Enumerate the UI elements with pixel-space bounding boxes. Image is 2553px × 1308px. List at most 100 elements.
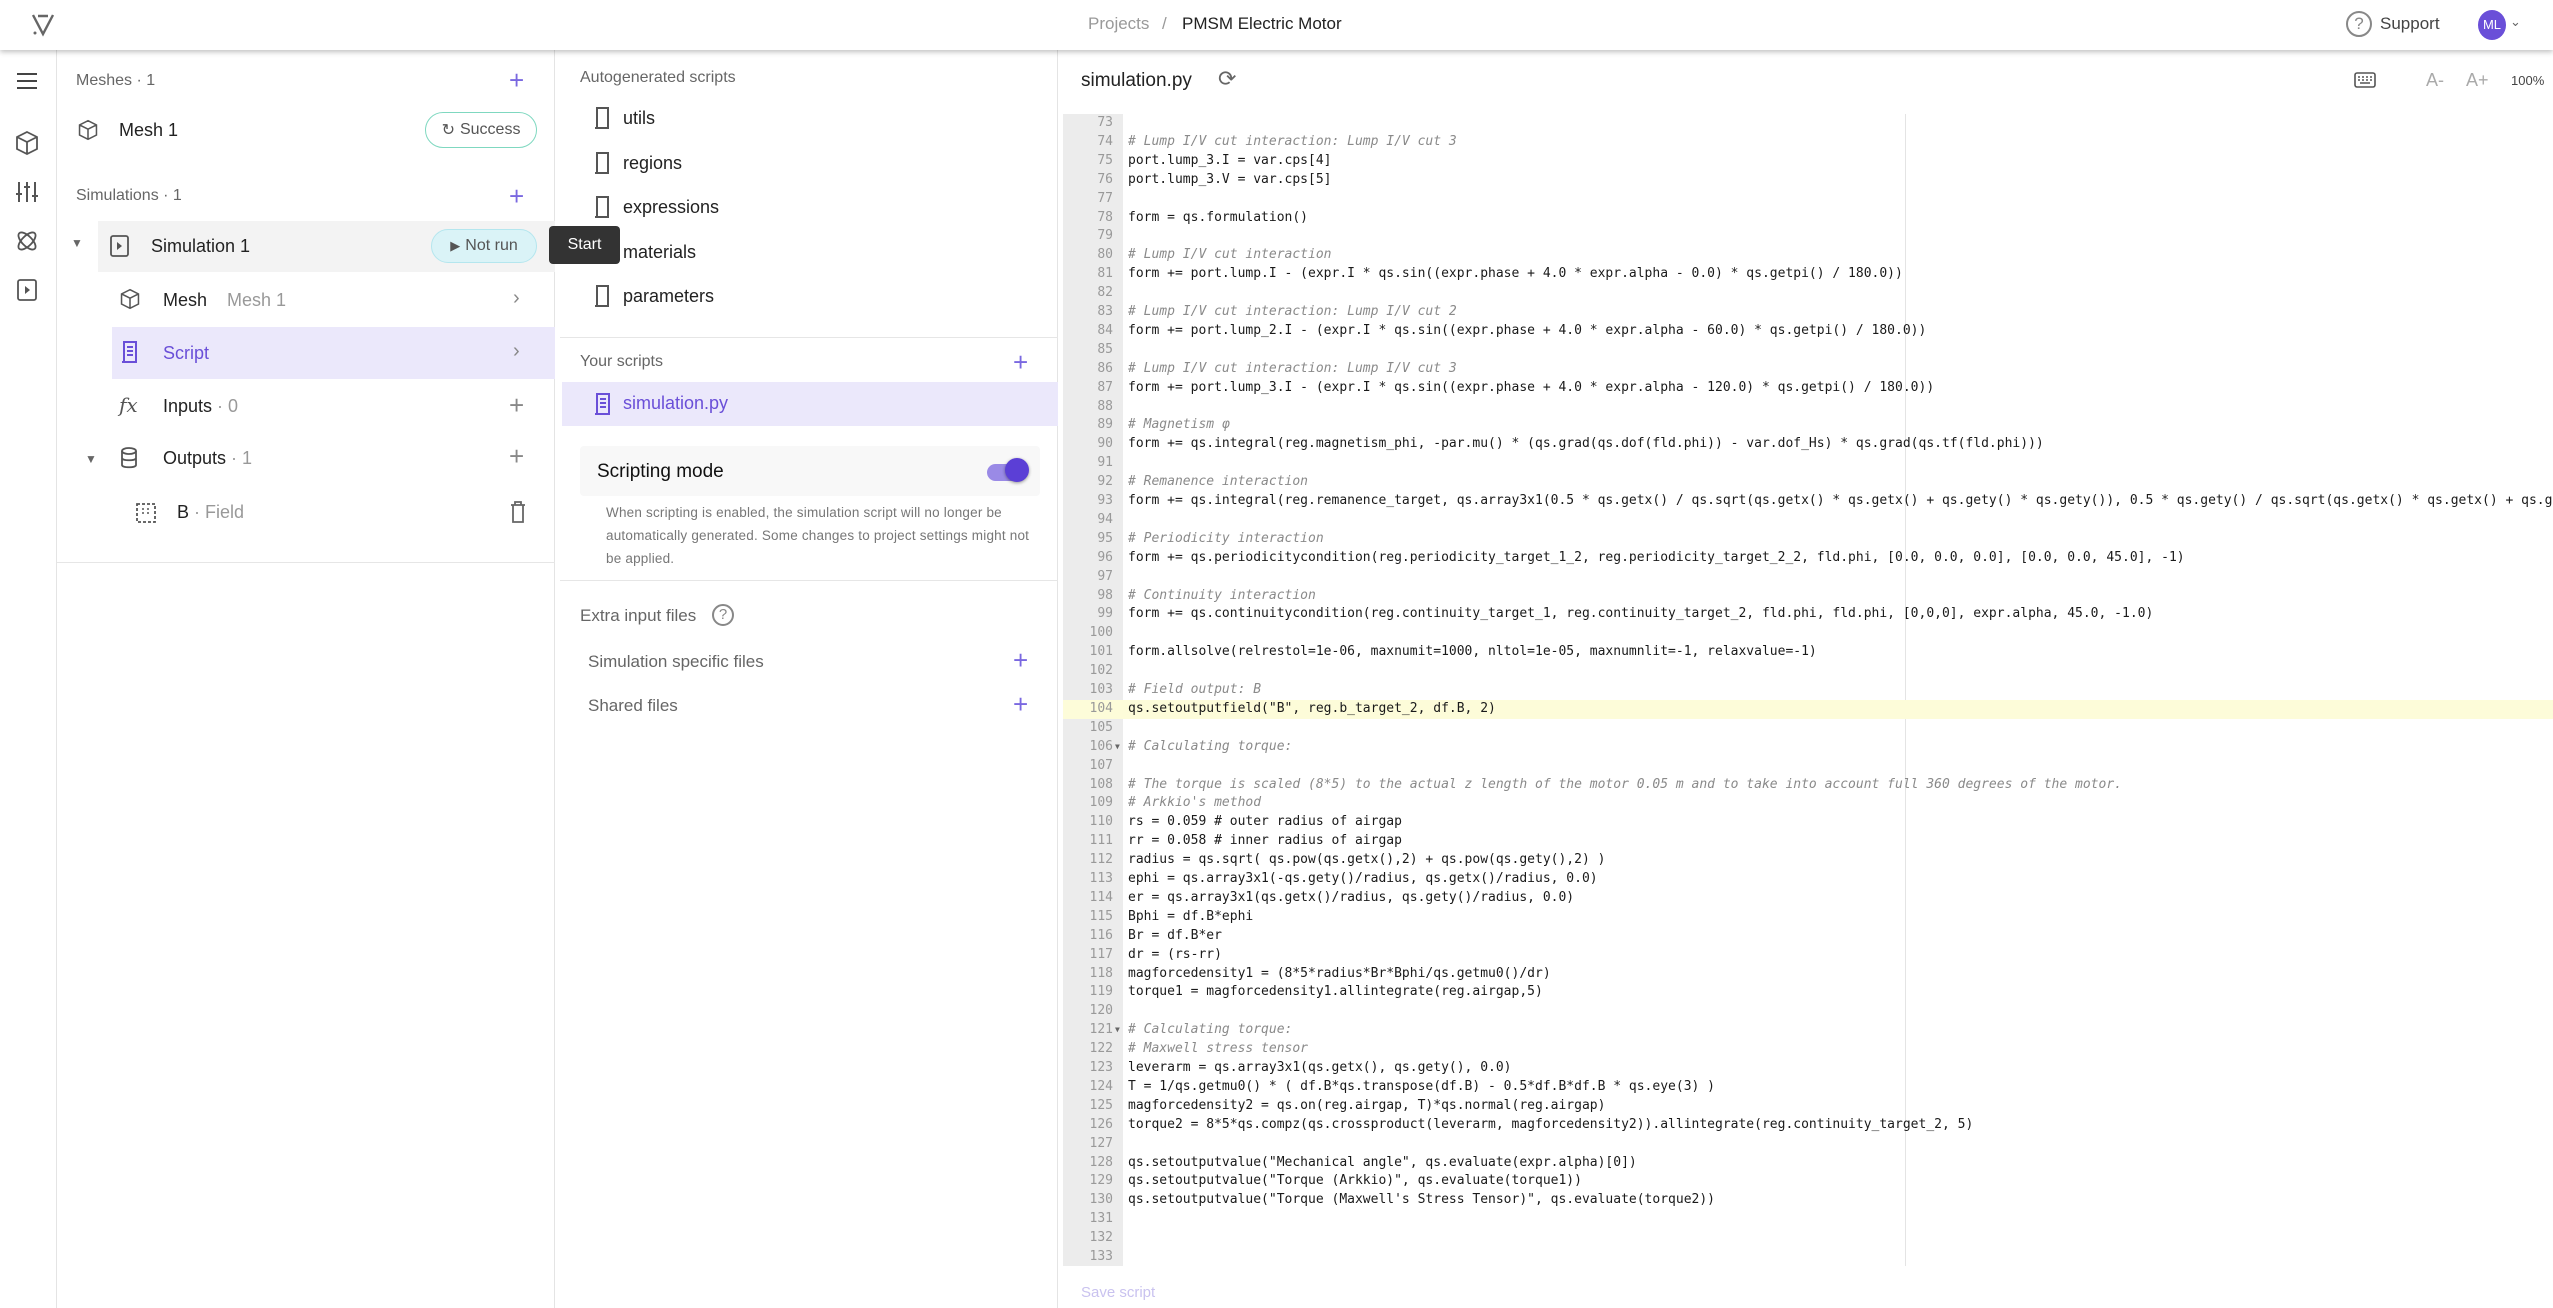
code-line[interactable]: 87 form += port.lump_3.I - (expr.I * qs.s… (1063, 379, 2553, 398)
code-line[interactable]: 73 (1063, 114, 2553, 133)
code-line[interactable]: 110 rs = 0.059 # outer radius of airgap (1063, 813, 2553, 832)
code-line[interactable]: 93 form += qs.integral(reg.remanence_targ… (1063, 492, 2553, 511)
code-line[interactable]: 105 (1063, 719, 2553, 738)
run-simulation-button[interactable]: ▶ Not run (431, 229, 537, 263)
code-line[interactable]: 115 Bphi = df.B*ephi (1063, 908, 2553, 927)
help-icon[interactable]: ? (712, 604, 734, 626)
code-line[interactable]: 94 (1063, 511, 2553, 530)
code-line[interactable]: 79 (1063, 227, 2553, 246)
code-line[interactable]: 76 port.lump_3.V = var.cps[5] (1063, 171, 2553, 190)
code-line[interactable]: 98 # Continuity interaction (1063, 587, 2553, 606)
code-line[interactable]: 78 form = qs.formulation() (1063, 209, 2553, 228)
collapse-arrow-icon[interactable]: ▼ (71, 236, 83, 250)
code-line[interactable]: 90 form += qs.integral(reg.magnetism_phi,… (1063, 435, 2553, 454)
autogen-script-item[interactable]: parameters (623, 286, 714, 307)
code-line[interactable]: 89 # Magnetism φ (1063, 416, 2553, 435)
code-line[interactable]: 113 ephi = qs.array3x1(-qs.gety()/radius,… (1063, 870, 2553, 889)
code-line[interactable]: 108 # The torque is scaled (8*5) to the a… (1063, 776, 2553, 795)
code-line[interactable]: 82 (1063, 284, 2553, 303)
code-line[interactable]: 102 (1063, 662, 2553, 681)
add-simulation-button[interactable]: + (509, 183, 524, 209)
code-line[interactable]: 101 form.allsolve(relrestol=1e-06, maxnum… (1063, 643, 2553, 662)
code-line[interactable]: 131 (1063, 1210, 2553, 1229)
code-line[interactable]: 84 form += port.lump_2.I - (expr.I * qs.s… (1063, 322, 2553, 341)
sim-mesh-label[interactable]: Mesh (163, 290, 207, 311)
code-line[interactable]: 100 (1063, 624, 2553, 643)
reload-icon[interactable]: ⟳ (1218, 66, 1236, 92)
support-link[interactable]: Support (2380, 14, 2440, 34)
code-line[interactable]: 99 form += qs.continuitycondition(reg.con… (1063, 605, 2553, 624)
font-increase-button[interactable]: A+ (2466, 70, 2489, 91)
code-line[interactable]: 103 # Field output: B (1063, 681, 2553, 700)
sliders-icon[interactable] (14, 179, 40, 205)
mesh-status-badge[interactable]: ↻ Success (425, 112, 537, 148)
code-line[interactable]: 86 # Lump I/V cut interaction: Lump I/V c… (1063, 360, 2553, 379)
add-mesh-button[interactable]: + (509, 67, 524, 93)
atom-icon[interactable] (14, 228, 40, 254)
code-line[interactable]: 124 T = 1/qs.getmu0() * ( df.B*qs.transpo… (1063, 1078, 2553, 1097)
autogen-script-item[interactable]: utils (623, 108, 655, 129)
code-line[interactable]: 130 qs.setoutputvalue("Torque (Maxwell's … (1063, 1191, 2553, 1210)
code-line[interactable]: 83 # Lump I/V cut interaction: Lump I/V c… (1063, 303, 2553, 322)
add-input-button[interactable]: + (509, 392, 524, 418)
add-shared-file-button[interactable]: + (1013, 691, 1028, 717)
play-box-icon[interactable] (14, 277, 40, 303)
code-line[interactable]: 121 ▼ # Calculating torque: (1063, 1021, 2553, 1040)
cube-icon[interactable] (14, 130, 40, 156)
code-line[interactable]: 133 (1063, 1248, 2553, 1266)
autogen-script-item[interactable]: regions (623, 153, 682, 174)
code-line[interactable]: 122 # Maxwell stress tensor (1063, 1040, 2553, 1059)
logo-icon[interactable] (30, 12, 56, 38)
code-line[interactable]: 112 radius = qs.sqrt( qs.pow(qs.getx(),2)… (1063, 851, 2553, 870)
script-name[interactable]: simulation.py (623, 393, 728, 414)
code-line[interactable]: 111 rr = 0.058 # inner radius of airgap (1063, 832, 2553, 851)
save-script-button[interactable]: Save script (1081, 1284, 1155, 1301)
code-line[interactable]: 118 magforcedensity1 = (8*5*radius*Br*Bph… (1063, 965, 2553, 984)
keyboard-icon[interactable] (2354, 72, 2376, 88)
mesh-name[interactable]: Mesh 1 (119, 120, 178, 141)
menu-icon[interactable] (14, 68, 40, 94)
inputs-label[interactable]: Inputs · 0 (163, 396, 238, 417)
breadcrumb-projects[interactable]: Projects (1088, 14, 1149, 34)
simulation-name[interactable]: Simulation 1 (151, 236, 250, 257)
autogen-script-item[interactable]: expressions (623, 197, 719, 218)
code-line[interactable]: 77 (1063, 190, 2553, 209)
code-line[interactable]: 117 dr = (rs-rr) (1063, 946, 2553, 965)
code-line[interactable]: 85 (1063, 341, 2553, 360)
code-line[interactable]: 125 magforcedensity2 = qs.on(reg.airgap, … (1063, 1097, 2553, 1116)
code-line[interactable]: 91 (1063, 454, 2553, 473)
autogen-script-item[interactable]: materials (623, 242, 696, 263)
code-line[interactable]: 132 (1063, 1229, 2553, 1248)
code-line[interactable]: 75 port.lump_3.I = var.cps[4] (1063, 152, 2553, 171)
code-line[interactable]: 119 torque1 = magforcedensity1.allintegra… (1063, 983, 2553, 1002)
code-line[interactable]: 106 ▼ # Calculating torque: (1063, 738, 2553, 757)
toggle-knob[interactable] (1005, 458, 1029, 482)
add-script-button[interactable]: + (1013, 349, 1028, 375)
code-line[interactable]: 96 form += qs.periodicitycondition(reg.pe… (1063, 549, 2553, 568)
code-line[interactable]: 116 Br = df.B*er (1063, 927, 2553, 946)
code-line[interactable]: 104 qs.setoutputfield("B", reg.b_target_2… (1063, 699, 2553, 719)
code-line[interactable]: 107 (1063, 757, 2553, 776)
code-editor[interactable]: 73 74 # Lump I/V cut interaction: Lump I/V… (1063, 114, 2553, 1266)
code-line[interactable]: 92 # Remanence interaction (1063, 473, 2553, 492)
sim-script-label[interactable]: Script (163, 343, 209, 364)
add-simulation-file-button[interactable]: + (1013, 647, 1028, 673)
code-line[interactable]: 88 (1063, 398, 2553, 417)
code-line[interactable]: 123 leverarm = qs.array3x1(qs.getx(), qs.… (1063, 1059, 2553, 1078)
code-line[interactable]: 129 qs.setoutputvalue("Torque (Arkkio)", … (1063, 1172, 2553, 1191)
fold-arrow-icon[interactable]: ▼ (1115, 1021, 1120, 1040)
code-line[interactable]: 81 form += port.lump.I - (expr.I * qs.sin… (1063, 265, 2553, 284)
code-line[interactable]: 97 (1063, 568, 2553, 587)
outputs-label[interactable]: Outputs · 1 (163, 448, 252, 469)
chevron-down-icon[interactable]: ⌄ (2510, 14, 2521, 30)
output-item[interactable]: B · Field (177, 502, 244, 523)
chevron-right-icon[interactable]: › (513, 287, 520, 310)
chevron-right-icon[interactable]: › (513, 340, 520, 363)
code-line[interactable]: 109 # Arkkio's method (1063, 794, 2553, 813)
add-output-button[interactable]: + (509, 443, 524, 469)
code-line[interactable]: 114 er = qs.array3x1(qs.getx()/radius, qs… (1063, 889, 2553, 908)
trash-icon[interactable] (509, 500, 527, 524)
help-icon[interactable]: ? (2346, 11, 2372, 37)
avatar[interactable]: ML (2478, 10, 2506, 40)
code-line[interactable]: 127 (1063, 1135, 2553, 1154)
